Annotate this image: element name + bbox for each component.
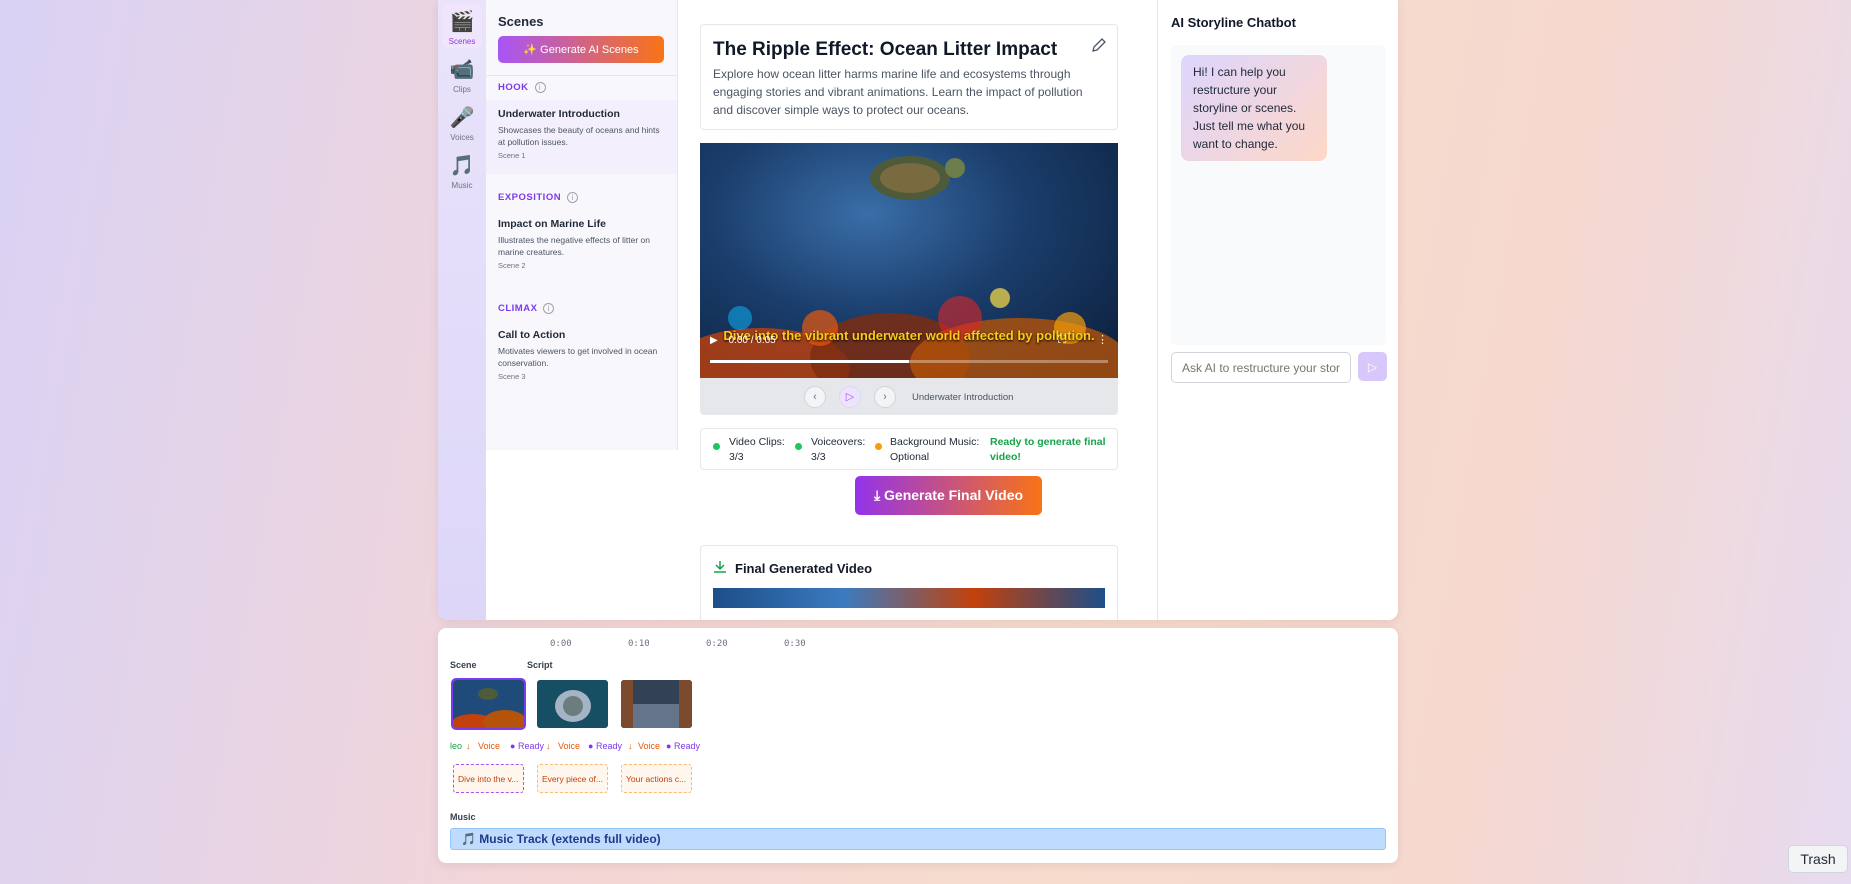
- chat-bubble-assistant: Hi! I can help you restructure your stor…: [1181, 55, 1327, 161]
- timeline-tick: 0:00: [550, 639, 572, 649]
- status-dot-voiceovers: [795, 443, 802, 450]
- video-camera-icon: 📹: [449, 59, 475, 81]
- mic-icon: ↓: [628, 741, 633, 751]
- status-dot: ●: [510, 741, 516, 751]
- scenes-title: Scenes: [498, 14, 544, 29]
- status-voiceovers: Voiceovers: 3/3: [811, 436, 866, 463]
- section-label-climax: CLIMAX i: [498, 303, 555, 314]
- rail-item-clips[interactable]: 📹 Clips: [442, 52, 482, 96]
- generate-ai-scenes-button[interactable]: ✨ Generate AI Scenes: [498, 36, 664, 63]
- music-note-icon: 🎵: [449, 155, 475, 177]
- final-video-title: Final Generated Video: [735, 561, 873, 576]
- scene-card-1[interactable]: Underwater Introduction Showcases the be…: [486, 100, 677, 174]
- pencil-icon[interactable]: [1091, 37, 1107, 53]
- script-row-label: Script: [527, 660, 553, 670]
- music-note-icon: 🎵: [461, 832, 480, 846]
- video-progress-fill: [710, 360, 909, 363]
- more-options-icon[interactable]: ⋮: [1097, 334, 1108, 346]
- play-scene-button[interactable]: ▷: [839, 386, 861, 408]
- info-icon[interactable]: i: [567, 192, 579, 203]
- info-icon[interactable]: i: [543, 303, 555, 314]
- status-dot-clips: [713, 443, 720, 450]
- status-dot: ●: [588, 741, 594, 751]
- script-block-1[interactable]: Dive into the v...: [453, 764, 524, 793]
- icon-rail: 🎬 Scenes 📹 Clips 🎤 Voices 🎵 Music: [438, 0, 486, 620]
- status-ready: Ready to generate final video!: [990, 436, 1106, 463]
- sparkle-icon: ✨: [523, 44, 541, 56]
- page-title: The Ripple Effect: Ocean Litter Impact: [713, 39, 1058, 60]
- script-block-3[interactable]: Your actions c...: [621, 764, 692, 793]
- clip-1-image: [453, 680, 524, 728]
- timeline-tick: 0:20: [706, 639, 728, 649]
- turtle-image: [870, 156, 965, 200]
- clip-2-image: [537, 680, 608, 728]
- microphone-icon: 🎤: [449, 107, 475, 129]
- clapperboard-icon: 🎬: [449, 11, 475, 33]
- scene-card-2[interactable]: Impact on Marine Life Illustrates the ne…: [486, 210, 677, 284]
- mic-icon: ↓: [466, 741, 471, 751]
- timeline-tick: 0:30: [784, 639, 806, 649]
- play-icon[interactable]: ▶: [710, 335, 718, 346]
- video-controls: ▶ 0:00 / 0:05: [710, 335, 776, 346]
- chat-input[interactable]: [1171, 352, 1351, 383]
- divider: [486, 75, 678, 76]
- status-bar: Video Clips: 3/3 Voiceovers: 3/3 Backgro…: [700, 428, 1118, 470]
- rail-item-scenes[interactable]: 🎬 Scenes: [442, 4, 482, 48]
- generate-final-video-button[interactable]: ⤓ Generate Final Video: [855, 476, 1042, 515]
- video-player[interactable]: Dive into the vibrant underwater world a…: [700, 143, 1118, 378]
- send-icon: ▷: [1367, 359, 1378, 374]
- section-label-hook: HOOK i: [498, 82, 546, 93]
- music-track[interactable]: 🎵 Music Track (extends full video): [450, 828, 1386, 850]
- mic-icon: ↓: [546, 741, 551, 751]
- editor-card: 🎬 Scenes 📹 Clips 🎤 Voices 🎵 Music Scenes…: [438, 0, 1398, 620]
- rail-item-music[interactable]: 🎵 Music: [442, 148, 482, 192]
- fullscreen-icon[interactable]: ⛶: [1058, 334, 1066, 346]
- chatbot-panel: AI Storyline Chatbot Hi! I can help you …: [1157, 0, 1398, 620]
- timeline-clip-1[interactable]: [451, 678, 526, 730]
- script-block-2[interactable]: Every piece of...: [537, 764, 608, 793]
- send-button[interactable]: ▷: [1358, 352, 1387, 381]
- status-dot-music: [875, 443, 882, 450]
- timeline-clip-3[interactable]: [621, 680, 692, 728]
- scene-card-3[interactable]: Call to Action Motivates viewers to get …: [486, 321, 677, 395]
- chatbot-title: AI Storyline Chatbot: [1171, 15, 1296, 30]
- video-time: 0:00 / 0:05: [728, 335, 776, 346]
- scene-navigation: ‹ ▷ › Underwater Introduction: [700, 378, 1118, 415]
- clip-status-row: leo ↓ Voice ● Ready ↓ Voice ● Ready ↓ Vo…: [450, 741, 701, 751]
- video-right-controls: ⛶ ⋮: [1058, 333, 1108, 347]
- status-video-clips: Video Clips: 3/3: [729, 436, 785, 463]
- scenes-panel: Scenes ✨ Generate AI Scenes HOOK i Underw…: [486, 0, 678, 450]
- download-icon: [714, 561, 726, 573]
- final-video-thumbnail[interactable]: [713, 588, 1105, 608]
- video-progress-bar[interactable]: [710, 360, 1108, 363]
- project-header: The Ripple Effect: Ocean Litter Impact E…: [700, 24, 1118, 130]
- project-description: Explore how ocean litter harms marine li…: [713, 67, 1083, 117]
- chat-messages: Hi! I can help you restructure your stor…: [1171, 45, 1386, 345]
- timeline-clip-2[interactable]: [537, 680, 608, 728]
- rail-item-voices[interactable]: 🎤 Voices: [442, 100, 482, 144]
- current-scene-label: Underwater Introduction: [912, 392, 1014, 403]
- download-icon: ⤓: [873, 487, 885, 503]
- trash-button[interactable]: Trash: [1788, 845, 1848, 873]
- next-scene-button[interactable]: ›: [874, 386, 896, 408]
- info-icon[interactable]: i: [534, 82, 546, 93]
- status-dot: ●: [666, 741, 672, 751]
- clip-3-image: [621, 680, 692, 728]
- final-video-card: Final Generated Video: [700, 545, 1118, 620]
- prev-scene-button[interactable]: ‹: [804, 386, 826, 408]
- scene-row-label: Scene: [450, 660, 477, 670]
- section-label-exposition: EXPOSITION i: [498, 192, 579, 203]
- timeline-tick: 0:10: [628, 639, 650, 649]
- music-row-label: Music: [450, 812, 476, 822]
- status-music: Background Music: Optional: [890, 436, 980, 463]
- timeline-panel: 0:00 0:10 0:20 0:30 Scene Script leo ↓ V…: [438, 628, 1398, 863]
